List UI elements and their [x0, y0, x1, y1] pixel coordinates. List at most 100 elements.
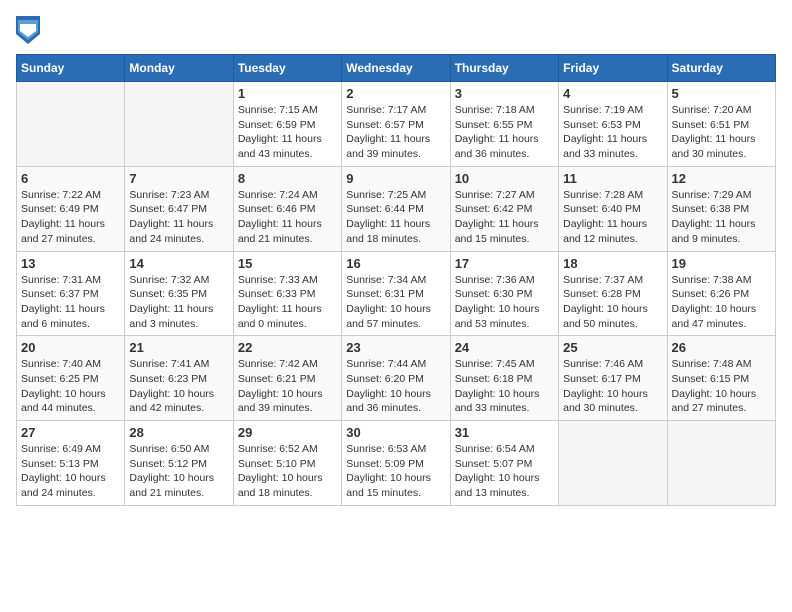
calendar-day-cell: 12 Sunrise: 7:29 AM Sunset: 6:38 PM Dayli… [667, 166, 775, 251]
day-info: Sunrise: 7:36 AM Sunset: 6:30 PM Dayligh… [455, 273, 554, 332]
day-number: 8 [238, 171, 337, 186]
day-info: Sunrise: 7:24 AM Sunset: 6:46 PM Dayligh… [238, 188, 337, 247]
calendar-day-cell: 24Sunrise: 7:45 AM Sunset: 6:18 PM Dayli… [450, 336, 558, 421]
calendar-header-row: SundayMondayTuesdayWednesdayThursdayFrid… [17, 55, 776, 82]
day-number: 9 [346, 171, 445, 186]
day-number: 28 [129, 425, 228, 440]
calendar-day-cell: 15 Sunrise: 7:33 AM Sunset: 6:33 PM Dayli… [233, 251, 341, 336]
day-info: Sunrise: 6:54 AM Sunset: 5:07 PM Dayligh… [455, 442, 554, 501]
page-header [16, 16, 776, 44]
day-info: Sunrise: 6:52 AM Sunset: 5:10 PM Dayligh… [238, 442, 337, 501]
day-info: Sunrise: 7:25 AM Sunset: 6:44 PM Dayligh… [346, 188, 445, 247]
day-info: Sunrise: 7:42 AM Sunset: 6:21 PM Dayligh… [238, 357, 337, 416]
calendar-week-row: 13 Sunrise: 7:31 AM Sunset: 6:37 PM Dayli… [17, 251, 776, 336]
calendar-day-cell: 11 Sunrise: 7:28 AM Sunset: 6:40 PM Dayli… [559, 166, 667, 251]
calendar-week-row: 6Sunrise: 7:22 AM Sunset: 6:49 PM Daylig… [17, 166, 776, 251]
day-number: 20 [21, 340, 120, 355]
day-header-wednesday: Wednesday [342, 55, 450, 82]
calendar-day-cell: 8 Sunrise: 7:24 AM Sunset: 6:46 PM Daylig… [233, 166, 341, 251]
day-number: 26 [672, 340, 771, 355]
day-number: 17 [455, 256, 554, 271]
day-info: Sunrise: 7:20 AM Sunset: 6:51 PM Dayligh… [672, 103, 771, 162]
day-number: 3 [455, 86, 554, 101]
day-info: Sunrise: 7:31 AM Sunset: 6:37 PM Dayligh… [21, 273, 120, 332]
calendar-day-cell: 9 Sunrise: 7:25 AM Sunset: 6:44 PM Daylig… [342, 166, 450, 251]
calendar-day-cell [17, 82, 125, 167]
day-header-sunday: Sunday [17, 55, 125, 82]
day-info: Sunrise: 6:50 AM Sunset: 5:12 PM Dayligh… [129, 442, 228, 501]
calendar-day-cell: 21Sunrise: 7:41 AM Sunset: 6:23 PM Dayli… [125, 336, 233, 421]
calendar-day-cell: 26 Sunrise: 7:48 AM Sunset: 6:15 PM Dayli… [667, 336, 775, 421]
day-number: 31 [455, 425, 554, 440]
logo [16, 16, 42, 44]
day-number: 4 [563, 86, 662, 101]
day-number: 29 [238, 425, 337, 440]
calendar-day-cell [125, 82, 233, 167]
day-number: 12 [672, 171, 771, 186]
calendar-day-cell: 29 Sunrise: 6:52 AM Sunset: 5:10 PM Dayli… [233, 421, 341, 506]
day-header-monday: Monday [125, 55, 233, 82]
day-info: Sunrise: 7:22 AM Sunset: 6:49 PM Dayligh… [21, 188, 120, 247]
calendar-day-cell: 20 Sunrise: 7:40 AM Sunset: 6:25 PM Dayli… [17, 336, 125, 421]
day-info: Sunrise: 7:19 AM Sunset: 6:53 PM Dayligh… [563, 103, 662, 162]
calendar-day-cell: 23 Sunrise: 7:44 AM Sunset: 6:20 PM Dayli… [342, 336, 450, 421]
day-number: 2 [346, 86, 445, 101]
day-info: Sunrise: 7:38 AM Sunset: 6:26 PM Dayligh… [672, 273, 771, 332]
calendar-week-row: 20 Sunrise: 7:40 AM Sunset: 6:25 PM Dayli… [17, 336, 776, 421]
calendar-week-row: 27Sunrise: 6:49 AM Sunset: 5:13 PM Dayli… [17, 421, 776, 506]
calendar-day-cell: 1Sunrise: 7:15 AM Sunset: 6:59 PM Daylig… [233, 82, 341, 167]
calendar-day-cell: 16Sunrise: 7:34 AM Sunset: 6:31 PM Dayli… [342, 251, 450, 336]
calendar-day-cell: 30 Sunrise: 6:53 AM Sunset: 5:09 PM Dayli… [342, 421, 450, 506]
day-header-friday: Friday [559, 55, 667, 82]
day-number: 25 [563, 340, 662, 355]
calendar-day-cell: 2 Sunrise: 7:17 AM Sunset: 6:57 PM Daylig… [342, 82, 450, 167]
day-info: Sunrise: 7:27 AM Sunset: 6:42 PM Dayligh… [455, 188, 554, 247]
day-number: 15 [238, 256, 337, 271]
day-header-thursday: Thursday [450, 55, 558, 82]
calendar-day-cell: 6Sunrise: 7:22 AM Sunset: 6:49 PM Daylig… [17, 166, 125, 251]
day-number: 14 [129, 256, 228, 271]
day-number: 16 [346, 256, 445, 271]
day-info: Sunrise: 7:37 AM Sunset: 6:28 PM Dayligh… [563, 273, 662, 332]
day-number: 13 [21, 256, 120, 271]
day-info: Sunrise: 7:46 AM Sunset: 6:17 PM Dayligh… [563, 357, 662, 416]
day-number: 11 [563, 171, 662, 186]
day-info: Sunrise: 7:40 AM Sunset: 6:25 PM Dayligh… [21, 357, 120, 416]
day-info: Sunrise: 7:28 AM Sunset: 6:40 PM Dayligh… [563, 188, 662, 247]
day-number: 1 [238, 86, 337, 101]
day-header-tuesday: Tuesday [233, 55, 341, 82]
day-number: 7 [129, 171, 228, 186]
calendar-day-cell [559, 421, 667, 506]
calendar-day-cell: 27Sunrise: 6:49 AM Sunset: 5:13 PM Dayli… [17, 421, 125, 506]
day-number: 18 [563, 256, 662, 271]
day-info: Sunrise: 7:44 AM Sunset: 6:20 PM Dayligh… [346, 357, 445, 416]
calendar-day-cell: 31 Sunrise: 6:54 AM Sunset: 5:07 PM Dayli… [450, 421, 558, 506]
calendar-day-cell: 5 Sunrise: 7:20 AM Sunset: 6:51 PM Daylig… [667, 82, 775, 167]
day-info: Sunrise: 7:33 AM Sunset: 6:33 PM Dayligh… [238, 273, 337, 332]
day-info: Sunrise: 7:48 AM Sunset: 6:15 PM Dayligh… [672, 357, 771, 416]
day-number: 5 [672, 86, 771, 101]
day-number: 24 [455, 340, 554, 355]
day-info: Sunrise: 7:17 AM Sunset: 6:57 PM Dayligh… [346, 103, 445, 162]
calendar-day-cell: 25 Sunrise: 7:46 AM Sunset: 6:17 PM Dayli… [559, 336, 667, 421]
calendar-day-cell: 4 Sunrise: 7:19 AM Sunset: 6:53 PM Daylig… [559, 82, 667, 167]
calendar-day-cell: 28 Sunrise: 6:50 AM Sunset: 5:12 PM Dayli… [125, 421, 233, 506]
calendar-table: SundayMondayTuesdayWednesdayThursdayFrid… [16, 54, 776, 506]
calendar-day-cell: 17 Sunrise: 7:36 AM Sunset: 6:30 PM Dayli… [450, 251, 558, 336]
day-info: Sunrise: 7:23 AM Sunset: 6:47 PM Dayligh… [129, 188, 228, 247]
calendar-day-cell: 13 Sunrise: 7:31 AM Sunset: 6:37 PM Dayli… [17, 251, 125, 336]
day-info: Sunrise: 6:53 AM Sunset: 5:09 PM Dayligh… [346, 442, 445, 501]
calendar-day-cell [667, 421, 775, 506]
calendar-day-cell: 10 Sunrise: 7:27 AM Sunset: 6:42 PM Dayli… [450, 166, 558, 251]
day-number: 30 [346, 425, 445, 440]
calendar-day-cell: 22 Sunrise: 7:42 AM Sunset: 6:21 PM Dayli… [233, 336, 341, 421]
day-info: Sunrise: 7:41 AM Sunset: 6:23 PM Dayligh… [129, 357, 228, 416]
day-info: Sunrise: 7:32 AM Sunset: 6:35 PM Dayligh… [129, 273, 228, 332]
day-number: 22 [238, 340, 337, 355]
day-number: 23 [346, 340, 445, 355]
day-number: 10 [455, 171, 554, 186]
calendar-day-cell: 19Sunrise: 7:38 AM Sunset: 6:26 PM Dayli… [667, 251, 775, 336]
calendar-week-row: 1Sunrise: 7:15 AM Sunset: 6:59 PM Daylig… [17, 82, 776, 167]
day-info: Sunrise: 7:29 AM Sunset: 6:38 PM Dayligh… [672, 188, 771, 247]
day-header-saturday: Saturday [667, 55, 775, 82]
